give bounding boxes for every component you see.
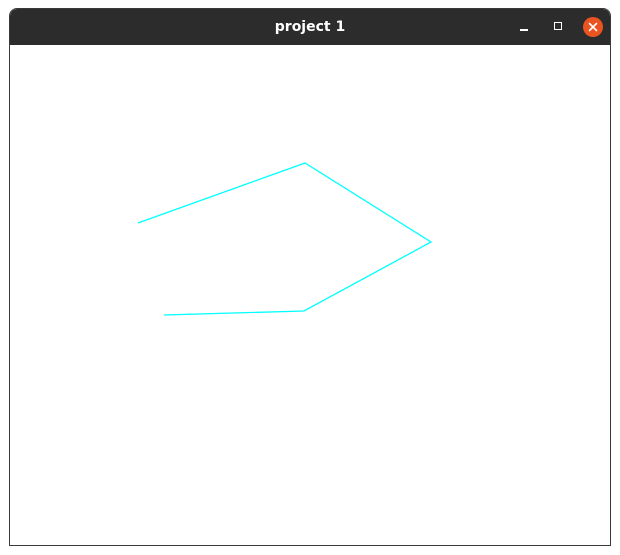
maximize-button[interactable] [549,17,569,37]
close-button[interactable] [583,17,603,37]
cyan-polyline [137,162,433,316]
minimize-icon [520,29,528,31]
app-window: project 1 [9,8,611,546]
title-bar[interactable]: project 1 [10,9,610,45]
drawing-surface [137,162,433,316]
maximize-icon [554,22,562,30]
close-icon [588,22,598,32]
drawing-canvas[interactable] [10,45,610,545]
minimize-button[interactable] [515,17,535,37]
